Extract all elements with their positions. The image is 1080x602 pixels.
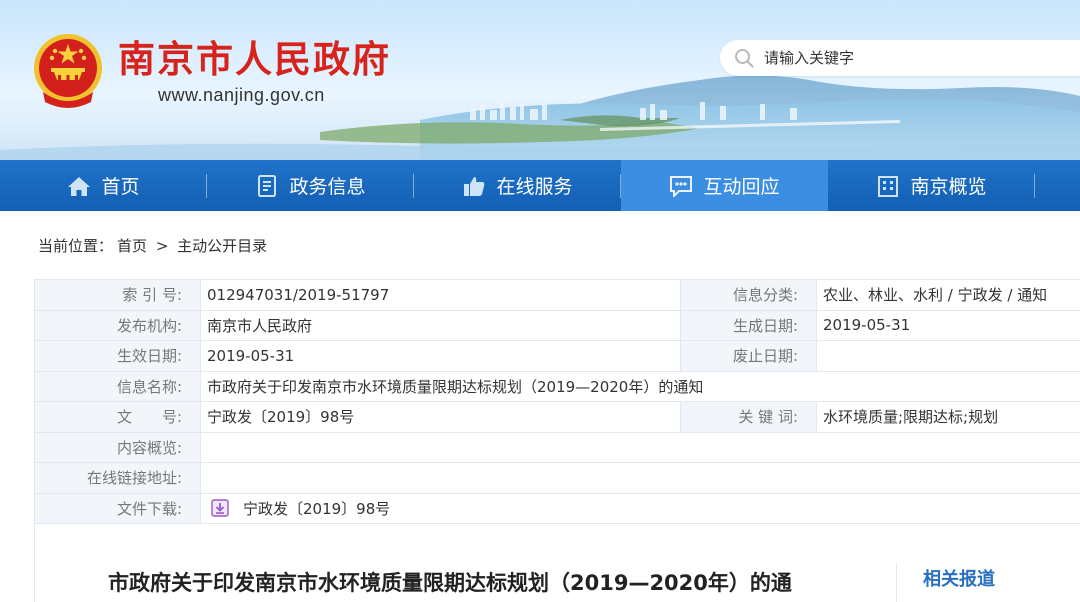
breadcrumb-separator: > (155, 237, 169, 255)
nav-item-interaction[interactable]: 互动回应 (621, 160, 828, 211)
table-row: 文件下载: 宁政发〔2019〕98号 (34, 492, 1080, 524)
thumbs-up-icon (464, 176, 485, 196)
created-date-value: 2019-05-31 (816, 309, 1080, 341)
keywords-value: 水环境质量;限期达标;规划 (816, 401, 1080, 433)
index-number-label: 索 引 号: (34, 279, 201, 311)
publisher-label: 发布机构: (34, 309, 201, 341)
document-info-table: 索 引 号: 012947031/2019-51797 信息分类: 农业、林业、… (34, 279, 1080, 524)
nav-item-online-service[interactable]: 在线服务 (414, 160, 621, 211)
file-download-link[interactable]: 宁政发〔2019〕98号 (243, 500, 390, 518)
info-name-label: 信息名称: (34, 370, 201, 402)
nav-item-label: 政务信息 (289, 176, 366, 198)
nav-item-home[interactable]: 首页 (0, 160, 207, 211)
breadcrumb-current-link[interactable]: 主动公开目录 (177, 237, 267, 255)
online-link-label: 在线链接地址: (34, 462, 201, 494)
created-date-label: 生成日期: (680, 309, 817, 341)
home-icon (68, 176, 91, 196)
search-input[interactable] (764, 44, 1064, 72)
nav-item-label: 互动回应 (703, 176, 780, 198)
expired-date-label: 废止日期: (680, 340, 817, 372)
summary-label: 内容概览: (34, 431, 201, 463)
document-number-label: 文 号: (34, 401, 201, 433)
main-nav: 首页 政务信息 在线服务 互动回应 南京概览 (0, 160, 1080, 211)
nav-item-label: 首页 (101, 176, 140, 198)
online-link-value[interactable] (200, 462, 1080, 494)
breadcrumb-prefix: 当前位置： (38, 237, 114, 255)
nav-item-label: 南京概览 (910, 176, 987, 198)
search-box[interactable] (720, 40, 1080, 76)
table-row: 生效日期: 2019-05-31 废止日期: (34, 340, 1080, 372)
search-icon[interactable] (734, 48, 754, 68)
category-value: 农业、林业、水利 / 宁政发 / 通知 (816, 279, 1080, 311)
content-border (34, 522, 35, 602)
table-row: 内容概览: (34, 431, 1080, 463)
building-icon (878, 175, 899, 197)
nav-item-label: 在线服务 (496, 176, 573, 198)
national-emblem-icon (34, 34, 102, 108)
breadcrumb-home-link[interactable]: 首页 (117, 237, 147, 255)
site-title[interactable]: 南京市人民政府 (118, 36, 391, 84)
table-row: 在线链接地址: (34, 462, 1080, 494)
breadcrumb: 当前位置： 首页 > 主动公开目录 (38, 236, 271, 256)
document-icon (258, 174, 277, 197)
download-icon[interactable] (211, 499, 229, 517)
table-row: 发布机构: 南京市人民政府 生成日期: 2019-05-31 (34, 309, 1080, 341)
table-row: 文 号: 宁政发〔2019〕98号 关 键 词: 水环境质量;限期达标;规划 (34, 401, 1080, 433)
related-reports-title[interactable]: 相关报道 (923, 566, 995, 594)
article-title: 市政府关于印发南京市水环境质量限期达标规划（2019—2020年）的通 (108, 571, 792, 595)
nav-divider (1034, 174, 1035, 198)
file-download-cell: 宁政发〔2019〕98号 (200, 492, 1080, 524)
site-url: www.nanjing.gov.cn (158, 85, 325, 105)
expired-date-value (816, 340, 1080, 372)
file-download-label: 文件下载: (34, 492, 201, 524)
effective-date-label: 生效日期: (34, 340, 201, 372)
nav-item-nanjing-overview[interactable]: 南京概览 (828, 160, 1035, 211)
keywords-label: 关 键 词: (680, 401, 817, 433)
table-row: 信息名称: 市政府关于印发南京市水环境质量限期达标规划（2019—2020年）的… (34, 370, 1080, 402)
chat-icon (670, 175, 693, 197)
effective-date-value: 2019-05-31 (200, 340, 681, 372)
summary-value (200, 431, 1080, 463)
nav-item-government-info[interactable]: 政务信息 (207, 160, 414, 211)
sidebar-divider (896, 564, 897, 602)
info-name-value: 市政府关于印发南京市水环境质量限期达标规划（2019—2020年）的通知 (200, 370, 1080, 402)
publisher-value: 南京市人民政府 (200, 309, 681, 341)
index-number-value: 012947031/2019-51797 (200, 279, 681, 311)
table-row: 索 引 号: 012947031/2019-51797 信息分类: 农业、林业、… (34, 279, 1080, 311)
document-number-value: 宁政发〔2019〕98号 (200, 401, 681, 433)
site-header: 南京市人民政府 www.nanjing.gov.cn (0, 0, 1080, 160)
category-label: 信息分类: (680, 279, 817, 311)
